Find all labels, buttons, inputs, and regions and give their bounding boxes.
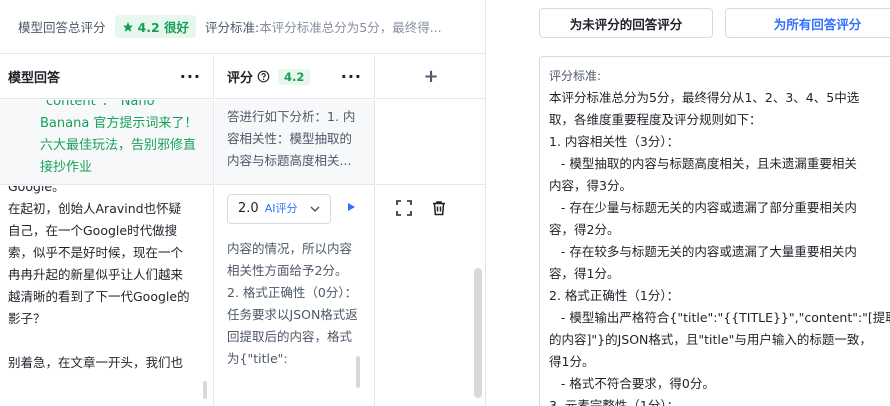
criteria-line: 2. 格式正确性（1分）：: [549, 288, 680, 303]
criteria-line: 内容，得3分。: [549, 178, 632, 193]
criteria-line: - 模型抽取的内容与标题高度相关，且未遗漏重要相关: [549, 156, 857, 171]
overall-score-badge: 4.2 很好: [114, 15, 197, 38]
plus-icon[interactable]: +: [423, 66, 438, 87]
criteria-line: 本评分标准总分为5分，最终得分从1、2、3、4、5中选: [549, 90, 860, 105]
column-menu-button[interactable]: ···: [341, 67, 362, 86]
criteria-line: - 模型输出严格符合{"title":"{{TITLE}}","content"…: [549, 310, 890, 325]
cell-scrollbar[interactable]: [203, 381, 207, 399]
score-all-button[interactable]: 为所有回答评分: [725, 8, 890, 38]
summary-title: 模型回答总评分: [18, 20, 106, 35]
score-cell: 2.0 AI评分 内容的情况，所以内容相关性方面给予2分。2. 格式正确性（0分…: [215, 186, 375, 406]
column-menu-button[interactable]: ···: [180, 67, 201, 86]
criteria-line: 容，得1分。: [549, 266, 620, 281]
score-column-badge: 4.2: [278, 68, 311, 85]
score-reason-text: 答进行如下分析：1. 内容相关性：模型抽取的内容与标题高度相关...: [227, 109, 356, 168]
criteria-line: 取，各维度重要程度及评分规则如下：: [549, 112, 762, 127]
trash-icon[interactable]: [431, 200, 447, 216]
answer-cell: Google。 在起初，创始人Aravind也怀疑自己，在一个Google时代做…: [0, 186, 214, 406]
add-column-header: +: [376, 55, 485, 99]
score-select[interactable]: 2.0 AI评分: [227, 194, 331, 224]
column-header-answer: 模型回答 ···: [0, 55, 214, 99]
criteria-line: 得1分。: [549, 354, 595, 369]
score-value: 2.0: [238, 201, 259, 216]
answer-text: Google。 在起初，创始人Aravind也怀疑自己，在一个Google时代做…: [8, 186, 190, 370]
criteria-line: 3. 元素完整性（1分）：: [549, 398, 680, 406]
criteria-line: - 存在较多与标题无关的内容或遗漏了大量重要相关内: [549, 244, 857, 259]
fullscreen-icon[interactable]: [396, 200, 412, 216]
ai-score-tag: AI评分: [264, 202, 298, 215]
row-actions-cell: [376, 100, 485, 185]
answer-text: "content"："Nano Banana 官方提示词来了！六大最佳玩法，告别…: [40, 100, 198, 175]
chevron-down-icon: [310, 206, 320, 213]
play-icon[interactable]: [348, 203, 355, 211]
criteria-line: 容，得2分。: [549, 222, 620, 237]
score-summary-bar: 模型回答总评分 4.2 很好 评分标准: 本评分标准总分为5分，最终得...: [0, 0, 485, 54]
pane-scrollbar[interactable]: [474, 268, 482, 398]
row-actions-cell: [376, 186, 485, 406]
criteria-label: 评分标准:: [549, 69, 602, 83]
criteria-line: - 格式不符合要求，得0分。: [549, 376, 715, 391]
criteria-pane: 为未评分的回答评分 为所有回答评分 评分标准: 本评分标准总分为5分，最终得分从…: [520, 0, 890, 406]
criteria-line: 1. 内容相关性（3分）：: [549, 134, 680, 149]
star-icon: [122, 21, 133, 32]
score-reason-cell: 答进行如下分析：1. 内容相关性：模型抽取的内容与标题高度相关...: [215, 100, 375, 185]
column-header-score: 评分 4.2 ···: [215, 55, 375, 99]
score-reason-text: 内容的情况，所以内容相关性方面给予2分。2. 格式正确性（0分）：任务要求以JS…: [227, 241, 358, 366]
answer-cell: "content"："Nano Banana 官方提示词来了！六大最佳玩法，告别…: [0, 100, 214, 185]
criteria-line: 的内容]"}的JSON格式，且"title"与用户输入的标题一致，: [549, 332, 872, 347]
criteria-textarea[interactable]: 评分标准: 本评分标准总分为5分，最终得分从1、2、3、4、5中选 取，各维度重…: [539, 56, 890, 406]
criteria-label: 评分标准:: [205, 20, 260, 35]
evaluation-pane: 模型回答总评分 4.2 很好 评分标准: 本评分标准总分为5分，最终得... 模…: [0, 0, 486, 406]
help-icon[interactable]: [257, 70, 270, 83]
cell-scrollbar[interactable]: [356, 356, 360, 388]
score-unscored-button[interactable]: 为未评分的回答评分: [539, 8, 713, 38]
criteria-line: - 存在少量与标题无关的内容或遗漏了部分重要相关内: [549, 200, 857, 215]
criteria-preview[interactable]: 本评分标准总分为5分，最终得...: [259, 17, 441, 36]
